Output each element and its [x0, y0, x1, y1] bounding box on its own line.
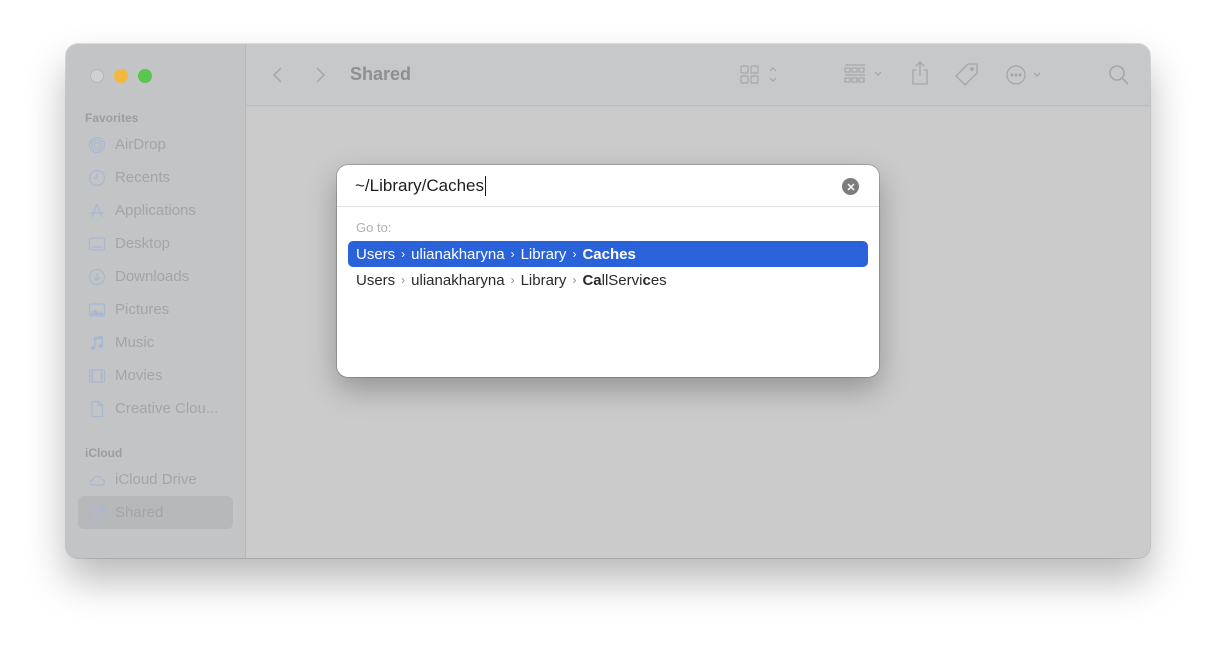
forward-button[interactable] [314, 62, 326, 88]
sidebar-item-pictures[interactable]: Pictures [78, 293, 233, 326]
sidebar-item-label: Desktop [115, 235, 171, 252]
share-button[interactable] [910, 60, 930, 86]
music-note-icon [88, 334, 106, 352]
go-to-folder-dialog: ~/Library/Caches Go to: Users › ulianakh… [337, 165, 879, 377]
desktop-icon [88, 235, 106, 253]
path-segment: Users [356, 271, 396, 289]
clock-icon [88, 169, 106, 187]
sidebar-section-icloud: iCloud [85, 446, 123, 460]
more-actions-icon [1006, 65, 1041, 85]
sidebar-section-favorites: Favorites [85, 111, 139, 125]
sidebar-item-shared[interactable]: Shared [78, 496, 233, 529]
search-icon [1109, 65, 1129, 85]
clear-button[interactable] [842, 178, 859, 195]
path-segment: Library [520, 245, 567, 263]
close-button[interactable] [90, 69, 104, 83]
sidebar-item-label: Shared [115, 504, 164, 521]
minimize-button[interactable] [114, 69, 128, 83]
share-icon [912, 61, 928, 85]
path-text: llServi [601, 271, 643, 289]
suggestion-row[interactable]: Users › ulianakharyna › Library › Ca llSe… [348, 267, 868, 293]
sidebar: Favorites AirDrop Recents Applications D… [66, 44, 246, 558]
cloud-icon [88, 471, 106, 489]
window-controls [90, 69, 152, 83]
sidebar-item-applications[interactable]: Applications [78, 194, 233, 227]
toolbar: Shared [246, 44, 1150, 106]
sidebar-item-label: Music [115, 334, 155, 351]
path-match: Caches [582, 245, 636, 263]
back-button[interactable] [272, 62, 284, 88]
search-button[interactable] [1108, 62, 1130, 88]
tag-button[interactable] [954, 62, 980, 88]
shared-folder-icon [88, 504, 106, 522]
pictures-icon [88, 301, 106, 319]
path-input-value: ~/Library/Caches [355, 175, 484, 195]
path-match: c [642, 271, 651, 289]
sidebar-item-icloud-drive[interactable]: iCloud Drive [78, 463, 233, 496]
sidebar-item-music[interactable]: Music [78, 326, 233, 359]
go-to-label: Go to: [356, 220, 392, 235]
path-separator-icon: › [510, 247, 515, 261]
sidebar-item-movies[interactable]: Movies [78, 359, 233, 392]
sidebar-item-label: Creative Clou... [115, 400, 219, 417]
text-cursor [484, 175, 486, 196]
sidebar-item-recents[interactable]: Recents [78, 161, 233, 194]
sidebar-item-label: Downloads [115, 268, 190, 285]
sidebar-item-label: Applications [115, 202, 196, 219]
view-mode-button[interactable] [740, 62, 786, 88]
path-segment: ulianakharyna [411, 245, 505, 263]
path-separator-icon: › [572, 247, 577, 261]
path-separator-icon: › [572, 273, 577, 287]
sidebar-item-label: AirDrop [115, 136, 166, 153]
path-match: Ca [582, 271, 602, 289]
tag-icon [955, 63, 978, 86]
back-chevron-icon [272, 67, 282, 83]
sidebar-item-label: Recents [115, 169, 171, 186]
sidebar-item-desktop[interactable]: Desktop [78, 227, 233, 260]
group-button[interactable] [844, 62, 888, 88]
document-icon [88, 400, 106, 418]
airdrop-icon [88, 136, 106, 154]
sidebar-item-creative-cloud[interactable]: Creative Clou... [78, 392, 233, 425]
applications-icon [88, 202, 106, 220]
path-separator-icon: › [401, 273, 406, 287]
group-icon [844, 64, 882, 83]
path-input[interactable]: ~/Library/Caches [337, 165, 879, 207]
sidebar-item-label: Movies [115, 367, 163, 384]
path-segment: Users [356, 245, 396, 263]
sidebar-item-airdrop[interactable]: AirDrop [78, 128, 233, 161]
path-text: es [650, 271, 667, 289]
forward-chevron-icon [316, 67, 326, 83]
path-segment: ulianakharyna [411, 271, 505, 289]
suggestion-row[interactable]: Users › ulianakharyna › Library › Caches [348, 241, 868, 267]
sidebar-item-label: iCloud Drive [115, 471, 197, 488]
path-separator-icon: › [401, 247, 406, 261]
more-actions-button[interactable] [1006, 62, 1048, 88]
maximize-button[interactable] [138, 69, 152, 83]
clear-x-icon [846, 182, 855, 191]
path-segment: Library [520, 271, 567, 289]
window-title: Shared [350, 64, 412, 84]
view-grid-icon [740, 65, 777, 84]
path-separator-icon: › [510, 273, 515, 287]
sidebar-item-downloads[interactable]: Downloads [78, 260, 233, 293]
sidebar-item-label: Pictures [115, 301, 170, 318]
download-icon [88, 268, 106, 286]
film-icon [88, 367, 106, 385]
